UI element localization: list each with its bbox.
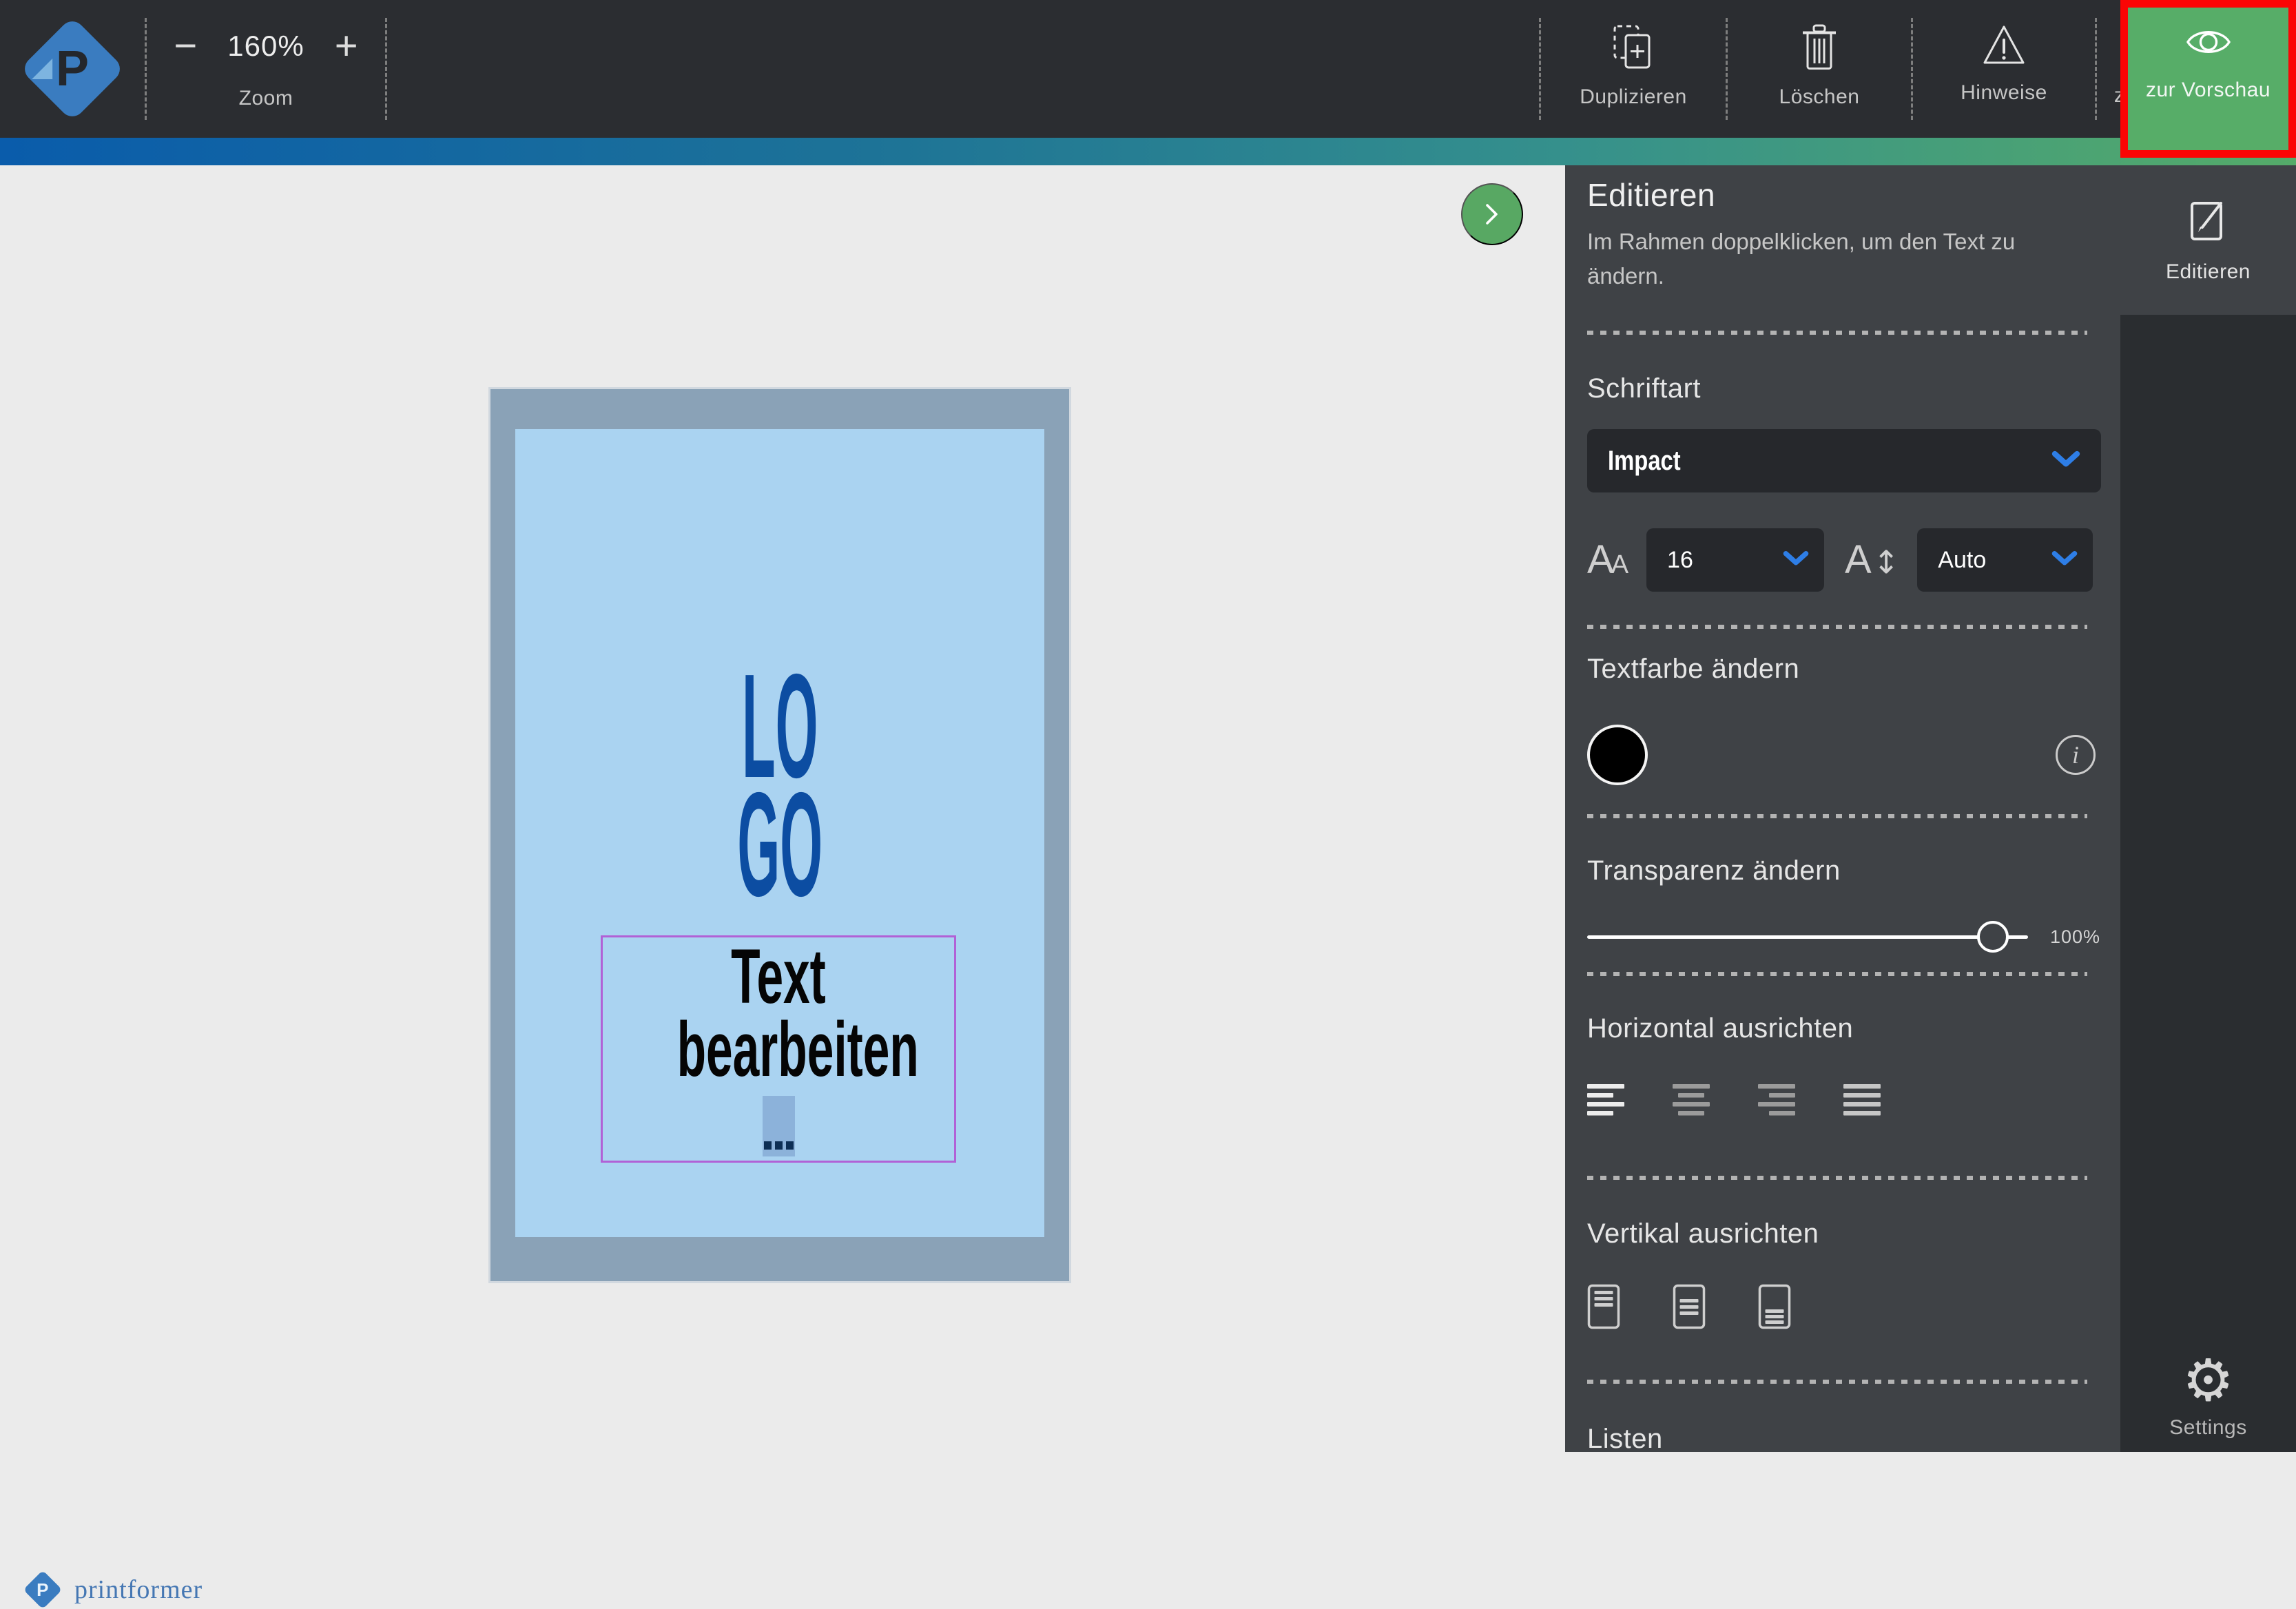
placeholder-text-line2: bearbeiten — [677, 1013, 919, 1086]
text-color-heading: Textfarbe ändern — [1587, 654, 2101, 685]
line-height-select[interactable]: Auto — [1917, 528, 2093, 592]
selected-text-frame[interactable]: Text bearbeiten — [601, 935, 956, 1163]
horizontal-align-heading: Horizontal ausrichten — [1587, 1013, 2101, 1044]
tool-rail: Editieren ⚙ Settings — [2120, 165, 2296, 1452]
vertical-align-heading: Vertikal ausrichten — [1587, 1218, 2101, 1249]
logo-letter: P — [56, 44, 89, 94]
logo-text-line2: GO — [737, 785, 823, 904]
lists-heading: Listen — [1587, 1424, 2101, 1452]
duplicate-label: Duplizieren — [1580, 85, 1687, 109]
tab-editieren-label: Editieren — [2166, 260, 2251, 284]
trash-icon — [1799, 23, 1839, 72]
valign-bottom-button[interactable] — [1758, 1284, 1791, 1333]
app-logo[interactable]: P — [0, 0, 145, 138]
chevron-down-icon — [2051, 550, 2078, 570]
valign-middle-button[interactable] — [1673, 1284, 1706, 1333]
transparency-slider[interactable] — [1587, 935, 2028, 939]
placeholder-text-line1: Text — [731, 940, 826, 1013]
top-toolbar: P − 160% + Zoom Duplizieren — [0, 0, 2296, 138]
dotted-divider — [1587, 1380, 2087, 1384]
text-color-row: i — [1587, 723, 2101, 787]
transparency-slider-row: 100% — [1587, 921, 2101, 953]
chevron-down-icon — [1783, 550, 1809, 570]
font-size-icon: AA — [1587, 540, 1628, 580]
progress-gradient-bar — [0, 138, 2296, 165]
text-overflow-indicator — [763, 1096, 795, 1156]
dotted-divider — [1587, 814, 2087, 818]
align-left-button[interactable] — [1587, 1084, 1624, 1119]
zoom-value: 160% — [227, 30, 304, 63]
duplicate-icon — [1611, 23, 1655, 72]
horizontal-align-row — [1587, 1084, 2101, 1119]
zoom-out-button[interactable]: − — [174, 26, 197, 66]
edit-panel: Editieren Im Rahmen doppelklicken, um de… — [1565, 165, 2120, 1452]
ellipsis-dots-icon — [764, 1141, 794, 1150]
transparency-heading: Transparenz ändern — [1587, 855, 2101, 886]
align-center-button[interactable] — [1673, 1084, 1710, 1119]
edit-pencil-icon — [2189, 196, 2228, 245]
panel-description: Im Rahmen doppelklicken, um den Text zu … — [1587, 225, 2028, 293]
dotted-divider — [1587, 625, 2087, 629]
line-height-value: Auto — [1938, 547, 1986, 574]
hints-button[interactable]: Hinweise — [1913, 0, 2095, 138]
delete-button[interactable]: Löschen — [1728, 0, 1911, 138]
font-size-row: AA 16 A↕ Auto — [1587, 526, 2101, 594]
delete-label: Löschen — [1779, 85, 1860, 109]
tab-settings[interactable]: ⚙ Settings — [2120, 1351, 2296, 1440]
line-height-icon: A↕ — [1845, 540, 1899, 580]
font-section-heading: Schriftart — [1587, 373, 2101, 404]
valign-top-button[interactable] — [1587, 1284, 1620, 1333]
hints-label: Hinweise — [1961, 81, 2047, 105]
preview-button[interactable]: zur Vorschau — [2120, 0, 2296, 158]
vertical-align-row — [1587, 1284, 2101, 1333]
dotted-divider — [1587, 972, 2087, 976]
warning-triangle-icon — [1981, 23, 2027, 68]
align-right-button[interactable] — [1758, 1084, 1795, 1119]
printformer-watermark: P printformer — [23, 1575, 203, 1605]
brand-name: printformer — [74, 1575, 203, 1605]
duplicate-button[interactable]: Duplizieren — [1541, 0, 1726, 138]
chevron-right-icon — [1485, 203, 1500, 226]
logo-letter: P — [37, 1581, 48, 1599]
preview-label: zur Vorschau — [2146, 79, 2271, 102]
align-justify-button[interactable] — [1843, 1084, 1881, 1119]
tab-editieren[interactable]: Editieren — [2120, 165, 2296, 315]
tab-settings-label: Settings — [2169, 1416, 2246, 1440]
zoom-in-button[interactable]: + — [335, 26, 358, 66]
dotted-divider — [1587, 1176, 2087, 1180]
printformer-logo-icon: P — [20, 17, 125, 122]
info-icon[interactable]: i — [2056, 735, 2096, 775]
slider-thumb[interactable] — [1977, 921, 2009, 953]
eye-icon — [2184, 25, 2233, 62]
font-family-select[interactable]: Impact — [1587, 429, 2101, 492]
font-size-value: 16 — [1667, 547, 1693, 574]
zoom-controls: − 160% + Zoom — [147, 0, 385, 138]
toolbar-spacer — [387, 0, 1539, 138]
chevron-down-icon — [2051, 450, 2080, 472]
next-step-button[interactable] — [1461, 183, 1523, 245]
zoom-label: Zoom — [239, 87, 293, 110]
panel-title: Editieren — [1587, 176, 2101, 214]
gear-icon: ⚙ — [2182, 1351, 2234, 1409]
logo-text-element[interactable]: LO GO — [490, 667, 1069, 904]
transparency-value: 100% — [2050, 926, 2100, 948]
color-swatch-black[interactable] — [1587, 725, 1648, 785]
font-size-select[interactable]: 16 — [1646, 528, 1824, 592]
font-family-value: Impact — [1608, 446, 1681, 477]
dotted-divider — [1587, 331, 2087, 335]
printformer-mini-logo-icon: P — [23, 1570, 63, 1609]
